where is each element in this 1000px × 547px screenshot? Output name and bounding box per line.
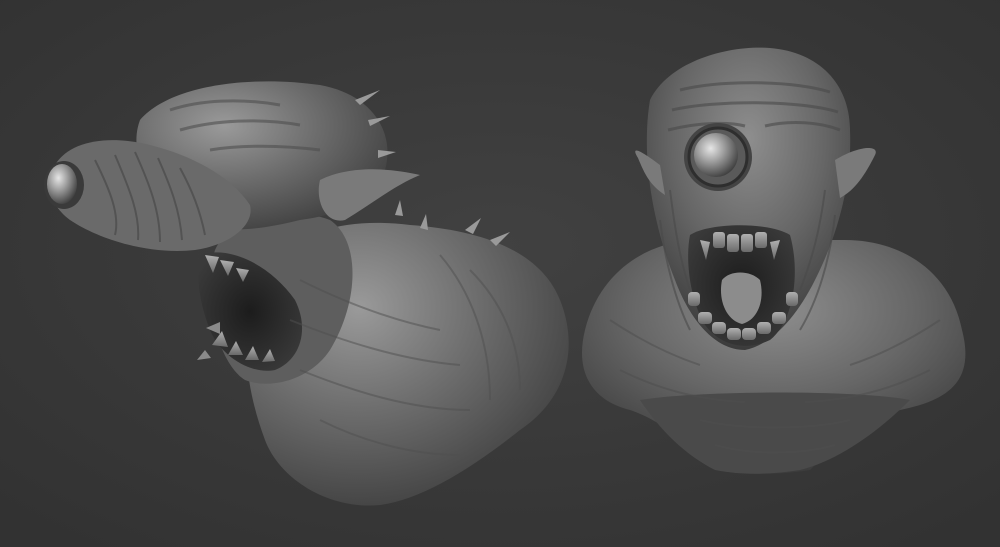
render-canvas <box>0 0 1000 547</box>
side-eyeball <box>47 164 77 204</box>
viewport <box>0 0 1000 547</box>
front-eyeball <box>694 133 738 177</box>
